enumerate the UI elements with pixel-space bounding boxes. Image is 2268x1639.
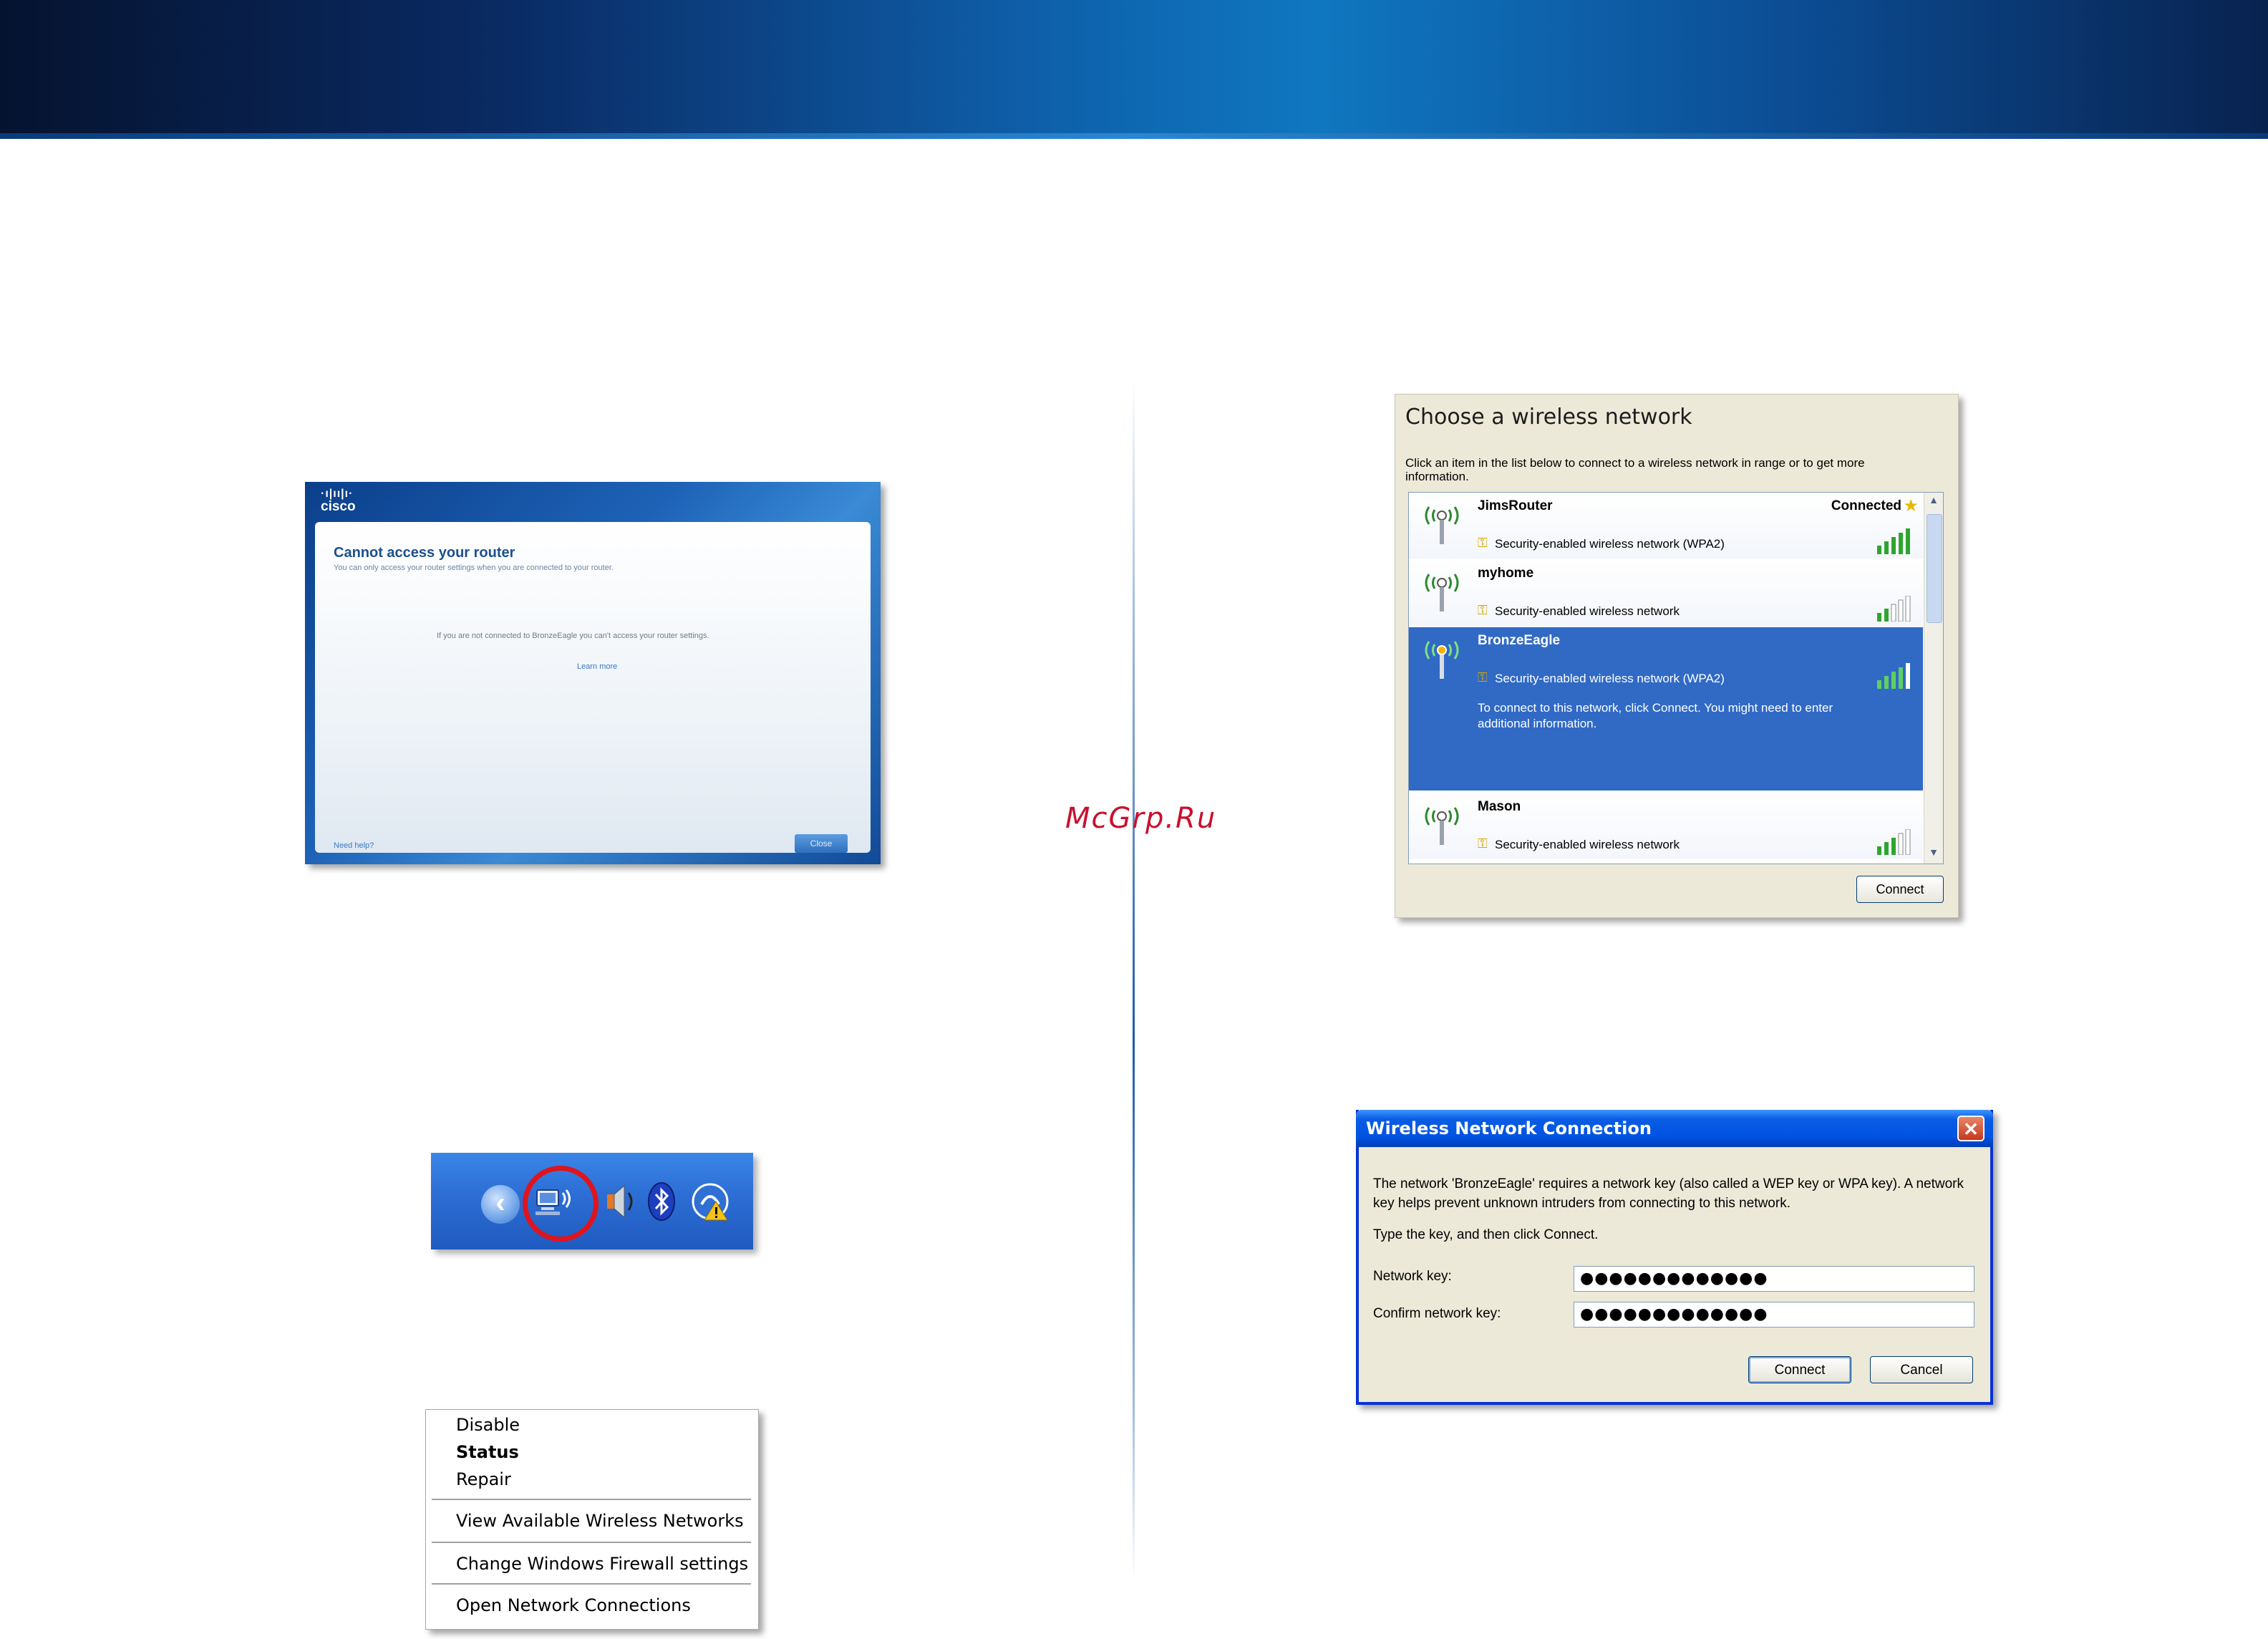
close-button[interactable]: Close bbox=[795, 834, 848, 853]
network-key-field[interactable]: ●●●●●●●●●●●●● bbox=[1574, 1266, 1974, 1292]
menu-item-repair[interactable]: Repair bbox=[456, 1467, 511, 1491]
network-key-label: Network key: bbox=[1373, 1269, 1452, 1284]
wireless-antenna-icon bbox=[1425, 574, 1459, 611]
menu-divider bbox=[432, 1583, 751, 1585]
cisco-router-screen: ·ı|ıı|ı· cisco Cannot access your router… bbox=[305, 482, 881, 864]
network-security: Security-enabled wireless network bbox=[1495, 838, 1680, 851]
network-item-myhome[interactable]: myhome ⚿ Security-enabled wireless netwo… bbox=[1409, 560, 1923, 626]
network-name: myhome bbox=[1478, 566, 1534, 581]
wireless-antenna-icon bbox=[1425, 807, 1459, 845]
network-item-bronzeeagle[interactable]: BronzeEagle ⚿ Security-enabled wireless … bbox=[1409, 627, 1923, 791]
banner-stripe bbox=[0, 133, 2268, 139]
key-icon: ⚿ bbox=[1478, 603, 1488, 617]
key-icon: ⚿ bbox=[1478, 836, 1488, 851]
connect-button[interactable]: Connect bbox=[1748, 1356, 1851, 1383]
network-security: Security-enabled wireless network bbox=[1495, 604, 1680, 618]
learn-more-link[interactable]: Learn more bbox=[577, 662, 617, 671]
key-icon: ⚿ bbox=[1478, 536, 1488, 550]
signal-strength-icon bbox=[1877, 596, 1911, 622]
dialog-instruction: Type the key, and then click Connect. bbox=[1373, 1227, 1599, 1242]
cancel-button[interactable]: Cancel bbox=[1870, 1356, 1973, 1383]
column-divider bbox=[1133, 379, 1135, 1582]
cisco-logo-text: cisco bbox=[321, 499, 356, 514]
menu-item-status[interactable]: Status bbox=[456, 1440, 519, 1464]
scroll-up-icon[interactable]: ▲ bbox=[1927, 494, 1941, 510]
confirm-key-label: Confirm network key: bbox=[1373, 1306, 1501, 1321]
page-subtitle: You can only access your router settings… bbox=[334, 564, 614, 572]
menu-item-disable[interactable]: Disable bbox=[456, 1413, 520, 1437]
wireless-network-connection-dialog: Wireless Network Connection ✕ The networ… bbox=[1356, 1110, 1993, 1405]
connect-button[interactable]: Connect bbox=[1856, 876, 1944, 903]
menu-divider bbox=[432, 1542, 751, 1543]
highlight-ring bbox=[523, 1166, 598, 1242]
signal-strength-icon bbox=[1877, 829, 1911, 855]
wireless-antenna-icon bbox=[1425, 506, 1459, 544]
menu-divider bbox=[432, 1499, 751, 1500]
bluetooth-icon[interactable] bbox=[640, 1180, 683, 1223]
dialog-titlebar: Wireless Network Connection ✕ bbox=[1356, 1110, 1993, 1147]
network-list: JimsRouter Connected ★ ⚿ Security-enable… bbox=[1408, 492, 1944, 864]
menu-item-view-wireless-networks[interactable]: View Available Wireless Networks bbox=[456, 1509, 744, 1533]
dialog-title: Wireless Network Connection bbox=[1366, 1118, 1652, 1138]
close-icon[interactable]: ✕ bbox=[1957, 1116, 1984, 1141]
confirm-key-field[interactable]: ●●●●●●●●●●●●● bbox=[1574, 1302, 1974, 1328]
connection-status: Connected bbox=[1831, 498, 1901, 513]
panel-description: Click an item in the list below to conne… bbox=[1405, 456, 1865, 483]
network-security: Security-enabled wireless network (WPA2) bbox=[1495, 537, 1725, 551]
page-title: Cannot access your router bbox=[334, 545, 515, 561]
star-icon: ★ bbox=[1903, 496, 1919, 516]
network-name: Mason bbox=[1478, 799, 1521, 814]
system-tray: ‹ bbox=[431, 1153, 753, 1249]
watermark: McGrp.Ru bbox=[1065, 802, 1217, 835]
header-banner bbox=[0, 0, 2268, 139]
status-message: If you are not connected to BronzeEagle … bbox=[437, 632, 709, 640]
network-list-scrollbar[interactable]: ▲ ▼ bbox=[1924, 493, 1943, 864]
need-help-link[interactable]: Need help? bbox=[334, 841, 374, 850]
signal-strength-icon bbox=[1877, 528, 1910, 554]
cisco-panel: Cannot access your router You can only a… bbox=[315, 522, 871, 853]
wireless-antenna-icon bbox=[1425, 641, 1459, 679]
network-name: BronzeEagle bbox=[1478, 633, 1561, 648]
choose-wireless-network-panel: Choose a wireless network Click an item … bbox=[1395, 394, 1959, 918]
chevron-left-icon[interactable]: ‹ bbox=[481, 1185, 520, 1224]
scrollbar-thumb[interactable] bbox=[1927, 514, 1942, 623]
menu-item-firewall-settings[interactable]: Change Windows Firewall settings bbox=[456, 1552, 748, 1576]
network-connect-hint: To connect to this network, click Connec… bbox=[1478, 701, 1833, 730]
security-alert-icon[interactable] bbox=[690, 1180, 733, 1223]
dialog-message: The network 'BronzeEagle' requires a net… bbox=[1373, 1176, 1964, 1211]
cisco-logo: ·ı|ıı|ı· cisco bbox=[321, 488, 356, 513]
menu-item-open-network-connections[interactable]: Open Network Connections bbox=[456, 1593, 691, 1618]
network-item-mason[interactable]: Mason ⚿ Security-enabled wireless networ… bbox=[1409, 793, 1923, 859]
network-security: Security-enabled wireless network (WPA2) bbox=[1495, 672, 1725, 685]
network-context-menu: Disable Status Repair View Available Wir… bbox=[425, 1409, 759, 1630]
signal-strength-icon bbox=[1877, 663, 1910, 689]
lock-icon: ⚿ bbox=[1478, 670, 1488, 685]
network-name: JimsRouter bbox=[1478, 498, 1553, 513]
scroll-down-icon[interactable]: ▼ bbox=[1927, 846, 1941, 862]
network-item-jimsrouter[interactable]: JimsRouter Connected ★ ⚿ Security-enable… bbox=[1409, 493, 1923, 559]
panel-title: Choose a wireless network bbox=[1405, 405, 1692, 430]
speaker-icon[interactable] bbox=[598, 1180, 641, 1223]
